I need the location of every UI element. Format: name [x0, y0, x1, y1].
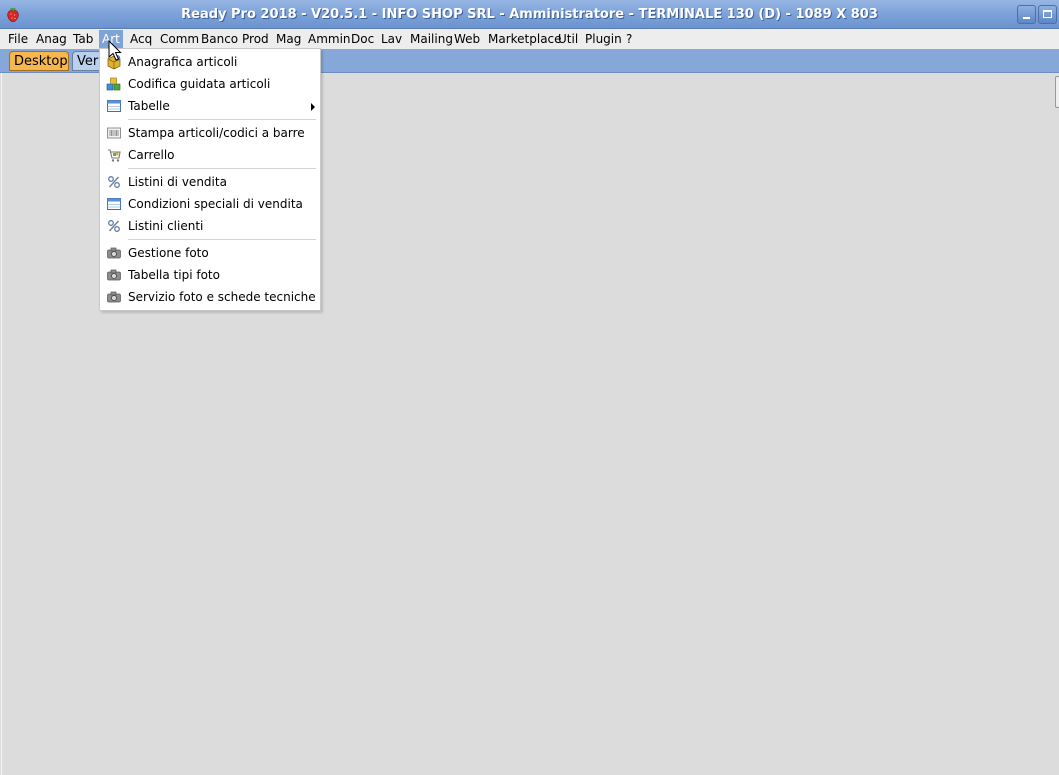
menuitem-label: Anagrafica articoli — [128, 55, 238, 69]
camera-icon — [107, 291, 121, 303]
menu-banco[interactable]: Banco — [198, 30, 241, 48]
menu-acq[interactable]: Acq — [127, 30, 155, 48]
menu-prod[interactable]: Prod — [239, 30, 272, 48]
menuitem-label: Listini di vendita — [128, 175, 227, 189]
menuitem-carrello[interactable]: Carrello — [100, 144, 320, 166]
menuitem-anagrafica-articoli[interactable]: Anagrafica articoli — [100, 51, 320, 73]
menu-separator — [128, 239, 316, 240]
menuitem-label: Servizio foto e schede tecniche — [128, 290, 316, 304]
menuitem-condizioni-speciali[interactable]: Condizioni speciali di vendita — [100, 193, 320, 215]
table-icon — [107, 100, 121, 112]
menuitem-label: Condizioni speciali di vendita — [128, 197, 303, 211]
menu-tab[interactable]: Tab — [70, 30, 96, 48]
table-icon — [107, 198, 121, 210]
menu-file[interactable]: File — [5, 30, 31, 48]
menu-help[interactable]: ? — [623, 30, 635, 48]
menu-comm[interactable]: Comm — [157, 30, 202, 48]
menuitem-label: Gestione foto — [128, 246, 209, 260]
menu-separator — [128, 119, 316, 120]
menu-mag[interactable]: Mag — [273, 30, 304, 48]
menu-ammin[interactable]: Ammin — [305, 30, 354, 48]
menuitem-label: Tabelle — [128, 99, 170, 113]
menuitem-label: Carrello — [128, 148, 175, 162]
menu-util[interactable]: Util — [555, 30, 581, 48]
camera-icon — [107, 247, 121, 259]
menuitem-codifica-guidata[interactable]: Codifica guidata articoli — [100, 73, 320, 95]
menu-plugin[interactable]: Plugin — [582, 30, 625, 48]
art-dropdown-menu: Anagrafica articoli Codifica guidata art… — [99, 48, 321, 311]
side-panel-handle[interactable] — [1055, 76, 1059, 108]
menuitem-listini-vendita[interactable]: Listini di vendita — [100, 171, 320, 193]
menu-separator — [128, 168, 316, 169]
menuitem-label: Codifica guidata articoli — [128, 77, 271, 91]
mouse-cursor-icon — [108, 40, 122, 61]
submenu-arrow-icon — [311, 103, 315, 111]
barcode-print-icon — [107, 127, 121, 139]
menu-marketplace[interactable]: Marketplace — [485, 30, 565, 48]
title-bar: Ready Pro 2018 - V20.5.1 - INFO SHOP SRL… — [0, 0, 1059, 29]
cart-icon — [108, 149, 121, 162]
menu-lav[interactable]: Lav — [378, 30, 405, 48]
window-title: Ready Pro 2018 - V20.5.1 - INFO SHOP SRL… — [181, 7, 878, 22]
menuitem-listini-clienti[interactable]: Listini clienti — [100, 215, 320, 237]
menu-anag[interactable]: Anag — [33, 30, 70, 48]
percent-icon — [108, 176, 120, 188]
menuitem-label: Tabella tipi foto — [128, 268, 220, 282]
menu-doc[interactable]: Doc — [348, 30, 377, 48]
percent-icon — [108, 220, 120, 232]
menu-web[interactable]: Web — [451, 30, 483, 48]
desktop-edge — [1, 73, 2, 775]
menu-mailing[interactable]: Mailing — [407, 30, 456, 48]
menuitem-stampa-barcode[interactable]: Stampa articoli/codici a barre — [100, 122, 320, 144]
maximize-icon[interactable] — [1038, 5, 1057, 24]
camera-icon — [107, 269, 121, 281]
tab-desktop[interactable]: Desktop — [9, 51, 69, 71]
minimize-icon[interactable] — [1017, 5, 1036, 24]
menuitem-servizio-foto[interactable]: Servizio foto e schede tecniche — [100, 286, 320, 308]
menuitem-label: Stampa articoli/codici a barre — [128, 126, 305, 140]
menuitem-tabella-tipi-foto[interactable]: Tabella tipi foto — [100, 264, 320, 286]
blocks-icon — [106, 77, 121, 91]
menu-bar: File Anag Tab Art Acq Comm Banco Prod Ma… — [0, 29, 1059, 49]
menuitem-label: Listini clienti — [128, 219, 204, 233]
menuitem-gestione-foto[interactable]: Gestione foto — [100, 242, 320, 264]
menuitem-tabelle[interactable]: Tabelle — [100, 95, 320, 117]
